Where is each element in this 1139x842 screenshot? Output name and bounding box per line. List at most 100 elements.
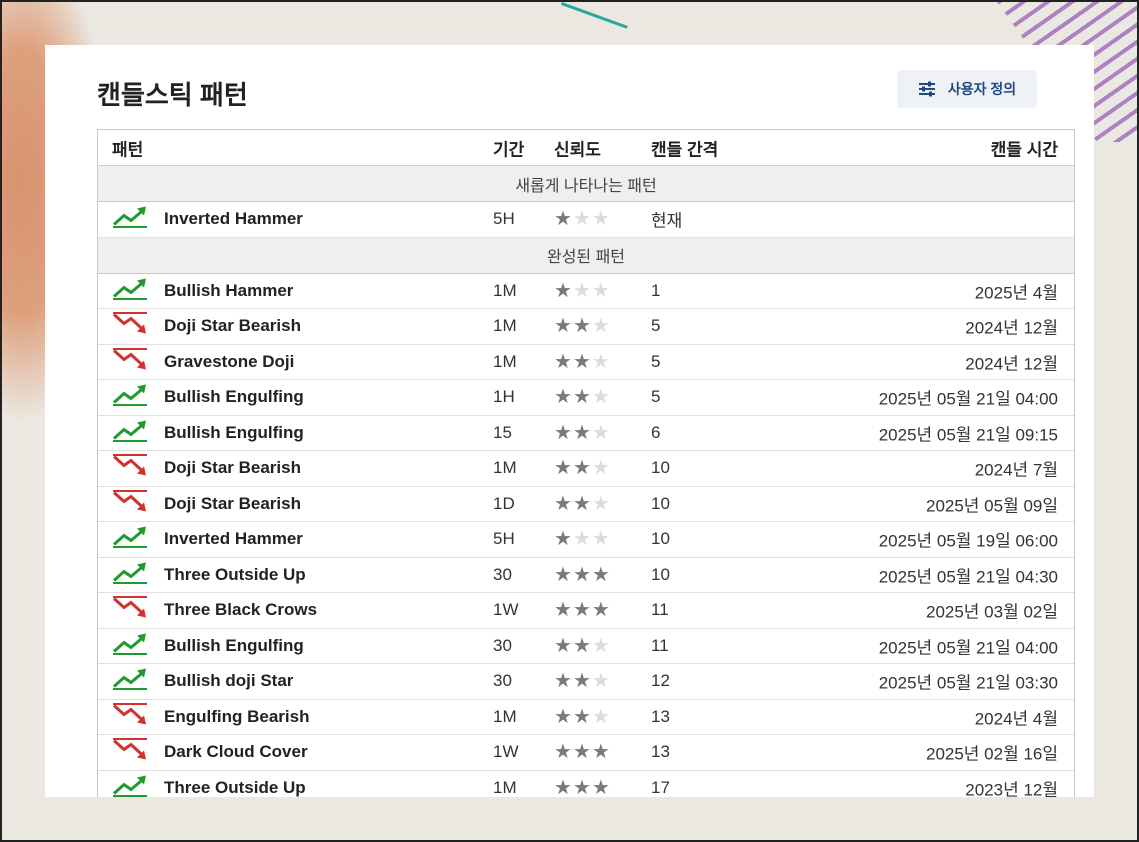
candle-gap: 5 (651, 387, 661, 407)
table-row[interactable]: Inverted Hammer 5H ★★★ 10 2025년 05월 19일 06:0… (98, 522, 1074, 558)
star-filled-icon: ★ (554, 741, 573, 764)
star-filled-icon: ★ (554, 457, 573, 480)
star-filled-icon: ★ (554, 776, 573, 797)
star-filled-icon: ★ (572, 563, 592, 586)
table-row[interactable]: Bullish Engulfing 30 ★★★ 11 2025년 05월 21일 04… (98, 629, 1074, 664)
star-filled-icon: ★ (554, 634, 573, 657)
pattern-name-link[interactable]: Dark Cloud Cover (164, 742, 308, 762)
star-filled-icon: ★ (554, 492, 573, 515)
reliability-stars: ★★★ (554, 423, 611, 443)
candle-gap: 11 (651, 600, 669, 620)
section-label: 새롭게 나타나는 패턴 (515, 177, 657, 195)
candle-gap: 10 (651, 564, 670, 584)
table-row[interactable]: Three Outside Up 1M ★★★ 17 2023년 12월 (98, 771, 1074, 797)
star-filled-icon: ★ (572, 634, 592, 657)
table-row[interactable]: Dark Cloud Cover 1W ★★★ 13 2025년 02월 16일 (98, 735, 1074, 771)
candle-time: 2025년 05월 21일 09:15 (878, 425, 1058, 445)
candle-time: 2025년 05월 19일 06:00 (878, 531, 1058, 551)
star-empty-icon: ★ (591, 528, 611, 551)
table-body: 새롭게 나타나는 패턴 Inverted Hammer 5H ★★★ 현재 완성된 패턴 B… (98, 166, 1074, 797)
pattern-name-link[interactable]: Gravestone Doji (164, 352, 294, 372)
pattern-period: 30 (493, 671, 512, 691)
star-filled-icon: ★ (554, 705, 573, 728)
candle-time: 2025년 05월 21일 04:00 (878, 638, 1058, 658)
pattern-name-link[interactable]: Bullish doji Star (164, 671, 293, 691)
pattern-name-link[interactable]: Bullish Hammer (164, 281, 293, 301)
pattern-name-link[interactable]: Bullish Engulfing (164, 387, 304, 407)
candle-time: 2024년 12월 (965, 318, 1058, 338)
pattern-period: 1M (493, 777, 517, 797)
pattern-name-link[interactable]: Bullish Engulfing (164, 636, 304, 656)
trend-up-icon (112, 525, 148, 554)
star-filled-icon: ★ (554, 528, 573, 551)
table-row[interactable]: Bullish Hammer 1M ★★★ 1 2025년 4월 (98, 274, 1074, 309)
table-row[interactable]: Gravestone Doji 1M ★★★ 5 2024년 12월 (98, 345, 1074, 380)
pattern-name-link[interactable]: Inverted Hammer (164, 209, 303, 229)
candle-gap: 5 (651, 351, 661, 371)
pattern-name-link[interactable]: Engulfing Bearish (164, 707, 309, 727)
pattern-period: 1M (493, 706, 517, 726)
star-filled-icon: ★ (554, 599, 573, 622)
pattern-name-link[interactable]: Inverted Hammer (164, 529, 303, 549)
pattern-name-link[interactable]: Three Black Crows (164, 600, 317, 620)
star-filled-icon: ★ (554, 279, 573, 302)
header-candle-gap[interactable]: 캔들 간격 (651, 135, 718, 160)
table-row[interactable]: Bullish doji Star 30 ★★★ 12 2025년 05월 21일 03… (98, 664, 1074, 700)
candle-time: 2023년 12월 (965, 780, 1058, 797)
header-candle-time[interactable]: 캔들 시간 (991, 135, 1058, 160)
reliability-stars: ★★★ (554, 458, 611, 478)
pattern-name-link[interactable]: Doji Star Bearish (164, 494, 301, 514)
trend-down-icon (112, 312, 148, 341)
candle-gap: 10 (651, 493, 670, 513)
table-row[interactable]: Inverted Hammer 5H ★★★ 현재 (98, 202, 1074, 238)
candle-gap: 13 (651, 706, 670, 726)
star-empty-icon: ★ (591, 421, 611, 444)
pattern-name-link[interactable]: Three Outside Up (164, 778, 306, 797)
table-row[interactable]: Engulfing Bearish 1M ★★★ 13 2024년 4월 (98, 700, 1074, 735)
star-filled-icon: ★ (591, 599, 611, 622)
reliability-stars: ★★★ (554, 281, 611, 301)
pattern-period: 1M (493, 280, 517, 300)
pattern-name-link[interactable]: Three Outside Up (164, 565, 306, 585)
reliability-stars: ★★★ (554, 671, 611, 691)
pattern-table: 패턴 기간 신뢰도 캔들 간격 캔들 시간 새롭게 나타나는 패턴 Inverte… (97, 129, 1075, 797)
star-filled-icon: ★ (554, 421, 573, 444)
table-row[interactable]: Bullish Engulfing 1H ★★★ 5 2025년 05월 21일 04:… (98, 380, 1074, 416)
pattern-period: 1W (493, 742, 519, 762)
header-period[interactable]: 기간 (493, 135, 524, 160)
candle-gap: 10 (651, 458, 670, 478)
pattern-period: 1M (493, 351, 517, 371)
star-empty-icon: ★ (572, 528, 592, 551)
table-row[interactable]: Doji Star Bearish 1D ★★★ 10 2025년 05월 09일 (98, 487, 1074, 522)
pattern-period: 30 (493, 635, 512, 655)
table-row[interactable]: Bullish Engulfing 15 ★★★ 6 2025년 05월 21일 09:… (98, 416, 1074, 451)
section-header: 새롭게 나타나는 패턴 (98, 166, 1074, 202)
star-filled-icon: ★ (591, 776, 611, 797)
table-row[interactable]: Three Outside Up 30 ★★★ 10 2025년 05월 21일 04:… (98, 558, 1074, 593)
pattern-name-link[interactable]: Bullish Engulfing (164, 423, 304, 443)
pattern-name-link[interactable]: Doji Star Bearish (164, 458, 301, 478)
star-filled-icon: ★ (572, 492, 592, 515)
candle-gap: 5 (651, 316, 661, 336)
customize-button[interactable]: 사용자 정의 (897, 70, 1037, 108)
candle-gap: 현재 (651, 211, 683, 231)
table-row[interactable]: Three Black Crows 1W ★★★ 11 2025년 03월 02일 (98, 593, 1074, 629)
header-pattern[interactable]: 패턴 (112, 135, 143, 160)
star-empty-icon: ★ (591, 457, 611, 480)
trend-down-icon (112, 596, 148, 625)
header-reliability[interactable]: 신뢰도 (554, 135, 601, 160)
reliability-stars: ★★★ (554, 778, 611, 797)
pattern-name-link[interactable]: Doji Star Bearish (164, 316, 301, 336)
candle-time: 2024년 12월 (965, 354, 1058, 374)
reliability-stars: ★★★ (554, 529, 611, 549)
page-title: 캔들스틱 패턴 (97, 80, 248, 110)
table-row[interactable]: Doji Star Bearish 1M ★★★ 5 2024년 12월 (98, 309, 1074, 345)
candle-gap: 12 (651, 671, 670, 691)
star-filled-icon: ★ (572, 599, 592, 622)
star-filled-icon: ★ (572, 386, 592, 409)
table-row[interactable]: Doji Star Bearish 1M ★★★ 10 2024년 7월 (98, 451, 1074, 487)
candle-time: 2025년 03월 02일 (925, 602, 1058, 622)
star-empty-icon: ★ (572, 279, 592, 302)
trend-down-icon (112, 738, 148, 767)
candle-time: 2024년 7월 (974, 460, 1058, 480)
